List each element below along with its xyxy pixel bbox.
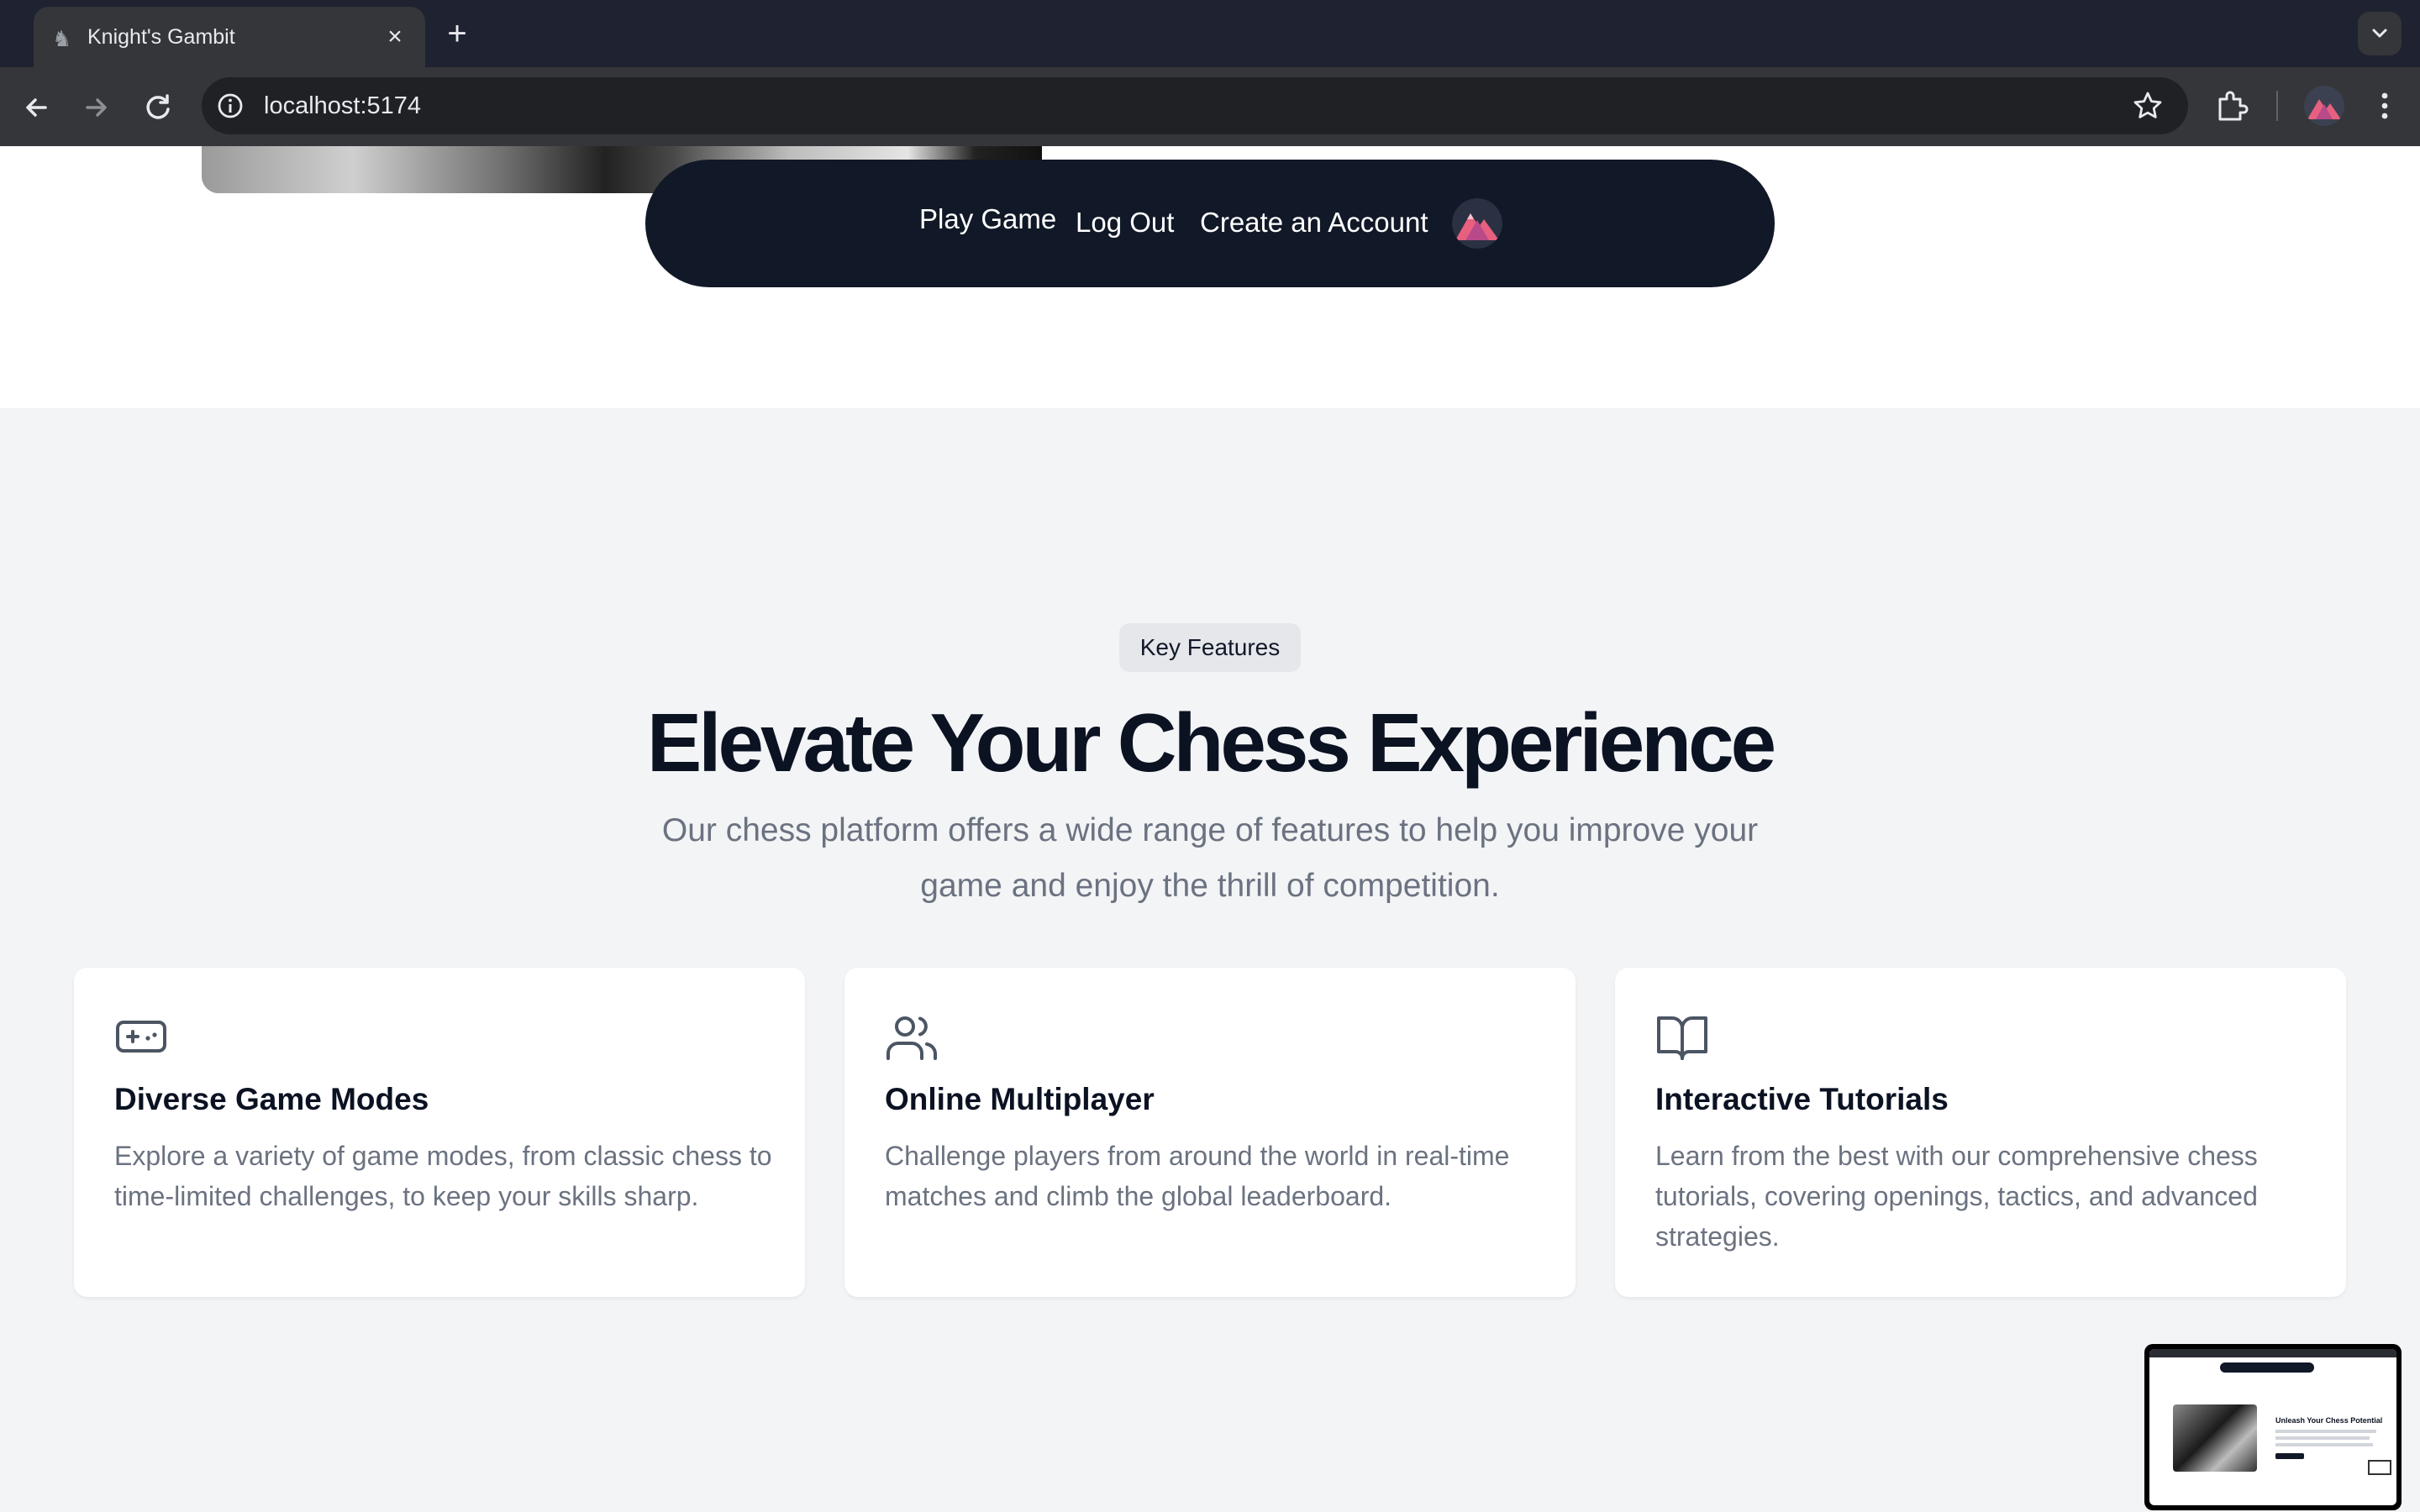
gamepad-icon xyxy=(116,1021,166,1053)
url-text[interactable]: localhost:5174 xyxy=(264,92,421,120)
chevron-down-icon xyxy=(2372,29,2387,38)
feature-card-tutorials: Interactive Tutorials Learn from the bes… xyxy=(1615,968,2346,1297)
thumbnail-button xyxy=(2275,1453,2304,1459)
thumbnail-browser-bar xyxy=(2149,1349,2396,1357)
floating-nav-bar: Play Game Log Out Create an Account xyxy=(645,160,1775,287)
thumbnail-hero-image xyxy=(2173,1404,2257,1472)
new-tab-button[interactable]: + xyxy=(440,17,474,50)
card-title: Online Multiplayer xyxy=(885,1082,1155,1116)
thumbnail-nav xyxy=(2220,1362,2314,1373)
book-open-icon xyxy=(1657,1016,1707,1060)
thumbnail-text-line xyxy=(2275,1436,2370,1440)
close-tab-icon[interactable]: × xyxy=(380,22,410,52)
nav-play-game-link[interactable]: Play Game xyxy=(919,203,1056,235)
thumbnail-text-line xyxy=(2275,1443,2373,1446)
reload-icon[interactable] xyxy=(138,87,178,128)
browser-toolbar: localhost:5174 xyxy=(0,67,2420,146)
site-info-icon[interactable] xyxy=(215,91,245,121)
thumbnail-mini-preview xyxy=(2368,1460,2391,1475)
features-subtitle: Our chess platform offers a wide range o… xyxy=(661,812,1759,904)
card-title: Diverse Game Modes xyxy=(114,1082,429,1116)
mountain-avatar-icon xyxy=(2304,86,2344,126)
features-heading: Elevate Your Chess Experience xyxy=(646,696,1776,789)
browser-tab-strip: ♞ Knight's Gambit × + xyxy=(0,0,2420,67)
feature-card-game-modes: Diverse Game Modes Explore a variety of … xyxy=(74,968,805,1297)
feature-card-multiplayer: Online Multiplayer Challenge players fro… xyxy=(844,968,1576,1297)
card-description: Challenge players from around the world … xyxy=(885,1141,1510,1211)
tab-title: Knight's Gambit xyxy=(87,25,235,49)
thumbnail-text-line xyxy=(2275,1430,2376,1433)
thumbnail-heading: Unleash Your Chess Potential xyxy=(2275,1416,2383,1425)
toolbar-divider xyxy=(2276,91,2278,121)
card-description: Learn from the best with our comprehensi… xyxy=(1655,1141,2258,1252)
thumbnail-page: Unleash Your Chess Potential xyxy=(2149,1349,2396,1505)
profile-avatar-icon[interactable] xyxy=(2304,86,2344,126)
card-title: Interactive Tutorials xyxy=(1655,1082,1949,1116)
tab-search-button[interactable] xyxy=(2358,12,2402,55)
nav-create-account-link[interactable]: Create an Account xyxy=(1200,207,1428,239)
key-features-badge: Key Features xyxy=(1119,623,1301,672)
card-description: Explore a variety of game modes, from cl… xyxy=(114,1141,772,1211)
kebab-menu-icon[interactable] xyxy=(2368,87,2402,124)
users-icon xyxy=(886,1016,937,1060)
bookmark-star-icon[interactable] xyxy=(2131,89,2165,123)
mountain-avatar-icon xyxy=(1452,198,1502,249)
back-arrow-icon[interactable] xyxy=(17,87,57,128)
screenshot-preview-thumbnail[interactable]: Unleash Your Chess Potential xyxy=(2144,1344,2402,1510)
page-viewport: Play Game Log Out Create an Account Key … xyxy=(0,146,2420,1512)
browser-tab[interactable]: ♞ Knight's Gambit × xyxy=(34,7,425,67)
forward-arrow-icon[interactable] xyxy=(76,87,116,128)
nav-log-out-link[interactable]: Log Out xyxy=(1076,207,1174,239)
user-avatar[interactable] xyxy=(1452,198,1502,249)
address-bar[interactable]: localhost:5174 xyxy=(202,77,2188,134)
chess-knight-favicon-icon: ♞ xyxy=(52,26,72,51)
extensions-puzzle-icon[interactable] xyxy=(2213,87,2250,124)
